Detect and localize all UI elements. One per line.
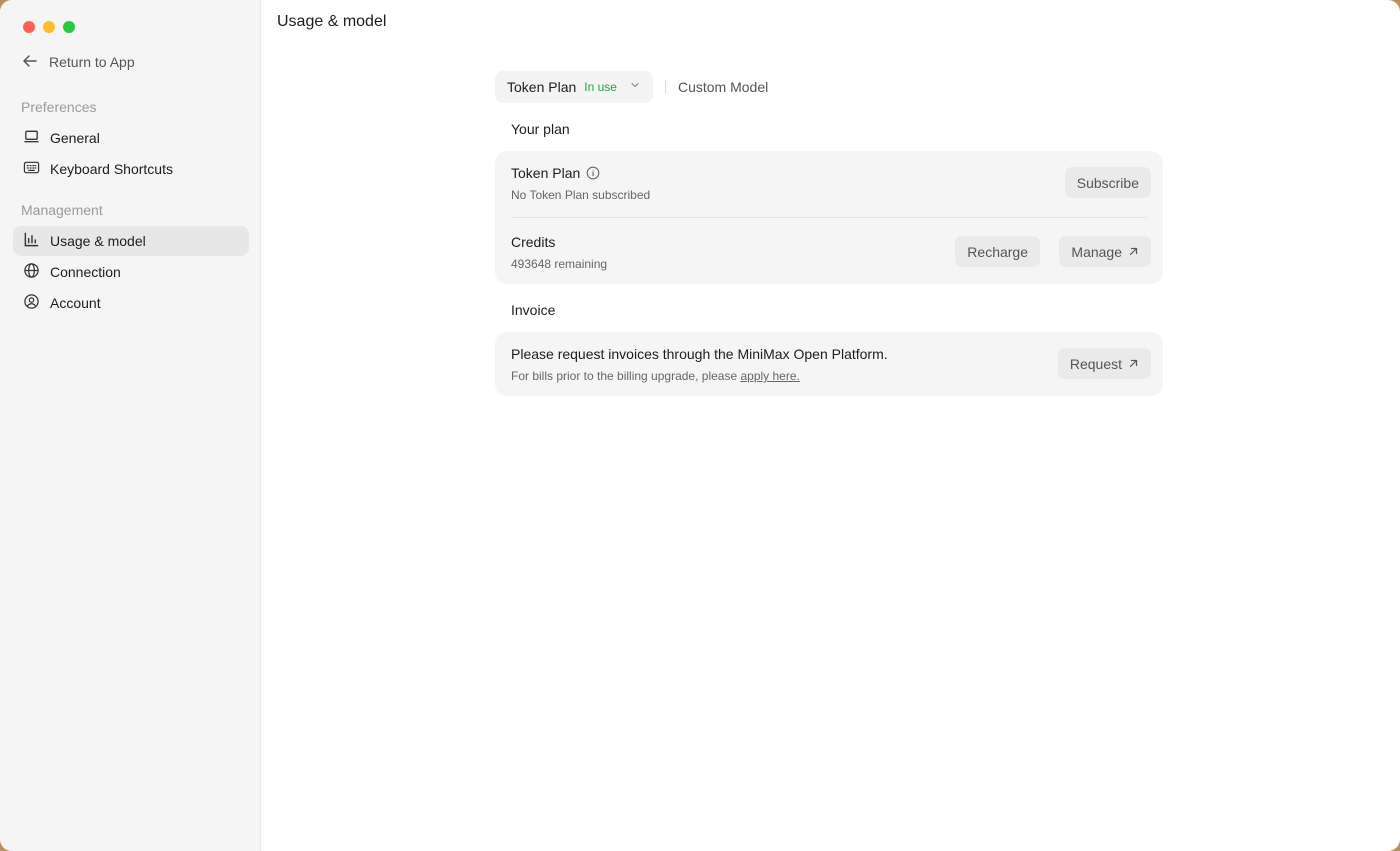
arrow-left-icon <box>21 52 39 73</box>
apply-here-link[interactable]: apply here. <box>740 369 799 383</box>
close-window-button[interactable] <box>23 21 35 33</box>
globe-icon <box>23 262 40 282</box>
invoice-card: Please request invoices through the Mini… <box>495 332 1163 396</box>
chevron-down-icon <box>625 78 641 96</box>
main-content: Usage & model Token Plan In use Custom M… <box>261 0 1400 851</box>
laptop-icon <box>23 128 40 148</box>
credits-row: Credits 493648 remaining <box>511 234 1151 271</box>
tab-divider <box>664 80 666 94</box>
plan-tabs: Token Plan In use Custom Model <box>495 71 780 103</box>
external-link-arrow-icon <box>1128 356 1139 372</box>
bar-chart-icon <box>23 231 40 251</box>
invoice-title: Please request invoices through the Mini… <box>511 346 888 362</box>
token-plan-title: Token Plan <box>511 165 581 181</box>
your-plan-heading: Your plan <box>511 121 570 137</box>
plan-divider <box>511 217 1147 218</box>
recharge-button[interactable]: Recharge <box>955 236 1040 267</box>
sidebar-item-keyboard-shortcuts[interactable]: Keyboard Shortcuts <box>13 154 249 184</box>
credits-title: Credits <box>511 234 556 250</box>
invoice-subtitle: For bills prior to the billing upgrade, … <box>511 369 1151 383</box>
sidebar-item-label: General <box>50 130 100 146</box>
management-section-label: Management <box>21 202 103 218</box>
tab-token-plan[interactable]: Token Plan In use <box>495 71 653 103</box>
invoice-subtitle-text: For bills prior to the billing upgrade, … <box>511 369 741 383</box>
return-to-app-label: Return to App <box>49 54 135 70</box>
zoom-window-button[interactable] <box>63 21 75 33</box>
sidebar-item-label: Usage & model <box>50 233 146 249</box>
in-use-badge: In use <box>584 80 617 94</box>
manage-button-label: Manage <box>1071 243 1122 260</box>
preferences-section-label: Preferences <box>21 99 97 115</box>
manage-button[interactable]: Manage <box>1059 236 1151 267</box>
plan-card: Token Plan No Token Plan subscribed Subs… <box>495 151 1163 284</box>
info-icon[interactable] <box>586 166 600 180</box>
sidebar-item-label: Connection <box>50 264 121 280</box>
keyboard-icon <box>23 159 40 179</box>
invoice-heading: Invoice <box>511 302 556 318</box>
tab-token-plan-label: Token Plan <box>507 79 577 95</box>
sidebar-item-account[interactable]: Account <box>13 288 249 318</box>
request-button[interactable]: Request <box>1057 348 1151 379</box>
user-circle-icon <box>23 293 40 313</box>
subscribe-button[interactable]: Subscribe <box>1064 167 1151 198</box>
return-to-app-button[interactable]: Return to App <box>21 51 135 73</box>
page-title: Usage & model <box>277 13 387 30</box>
external-link-arrow-icon <box>1128 244 1139 260</box>
invoice-row: Please request invoices through the Mini… <box>511 346 1151 383</box>
credits-remaining: 493648 remaining <box>511 257 608 271</box>
sidebar-item-label: Keyboard Shortcuts <box>50 161 173 177</box>
sidebar-item-label: Account <box>50 295 101 311</box>
request-button-label: Request <box>1069 355 1122 372</box>
window-controls <box>23 21 75 33</box>
sidebar-item-usage-model[interactable]: Usage & model <box>13 226 249 256</box>
token-plan-row: Token Plan No Token Plan subscribed <box>511 165 1151 202</box>
token-plan-subtitle: No Token Plan subscribed <box>511 188 651 202</box>
minimize-window-button[interactable] <box>43 21 55 33</box>
settings-window: Return to App Preferences General Keyboa… <box>0 0 1400 851</box>
sidebar: Return to App Preferences General Keyboa… <box>0 0 261 851</box>
sidebar-item-general[interactable]: General <box>13 123 249 153</box>
sidebar-item-connection[interactable]: Connection <box>13 257 249 287</box>
tab-custom-model[interactable]: Custom Model <box>678 79 780 95</box>
